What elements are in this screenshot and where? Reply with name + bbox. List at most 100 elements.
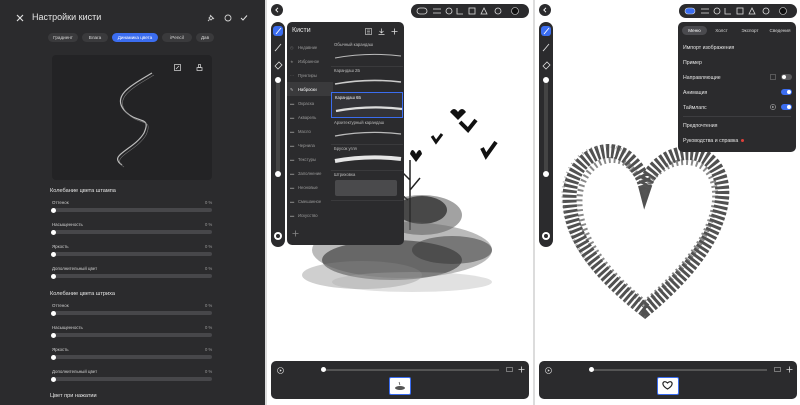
brush-set-recent[interactable]: ◷ Недавние [287, 40, 333, 54]
stamp-secondary-value: 0 % [205, 266, 213, 271]
play-button[interactable] [275, 365, 285, 375]
tab-menu[interactable]: Меню [682, 26, 707, 35]
edit-preview-button[interactable] [172, 62, 182, 72]
tab-gradient[interactable]: Градиент [48, 33, 78, 42]
menu-animation[interactable]: Анимация [678, 85, 793, 100]
plus-icon [391, 28, 397, 34]
slider-knob[interactable] [51, 251, 56, 257]
brush-item[interactable]: Брусок угля [331, 144, 403, 171]
brush-set-watercolor[interactable]: ▬ Акварель [287, 110, 333, 124]
brush-stroke-preview [334, 53, 402, 59]
brush-set-textures[interactable]: ▬ Текстуры [287, 152, 333, 166]
close-button[interactable] [14, 12, 26, 24]
guides-edit-button[interactable] [769, 73, 777, 81]
brush-set-oil[interactable]: ▬ Масло [287, 124, 333, 138]
brush-set-label: Масло [298, 128, 311, 134]
slider-knob[interactable] [51, 376, 56, 382]
brush-set-art[interactable]: ▬ Искусство [287, 208, 333, 222]
actions-menu-popover: Меню Холст Экспорт Сведения Импорт изобр… [678, 22, 796, 152]
brush-set-ink[interactable]: ▬ Чернила [287, 138, 333, 152]
stroke-secondary-slider[interactable] [51, 376, 212, 382]
play-button[interactable] [543, 365, 553, 375]
brush-set-mixed[interactable]: ▬ Смешанное [287, 194, 333, 208]
brush-item[interactable]: Карандаш 2Б [331, 66, 403, 93]
scrubber-knob[interactable] [589, 367, 594, 372]
brush-label: Брусок угля [334, 146, 357, 151]
timeline-options-button[interactable] [505, 365, 514, 374]
timeline-scrubber[interactable] [323, 369, 499, 371]
back-button[interactable] [271, 4, 283, 16]
guides-toggle[interactable] [781, 74, 792, 80]
stroke-saturation-slider[interactable] [51, 332, 212, 338]
stamp-secondary-slider[interactable] [51, 273, 212, 279]
reset-button[interactable] [222, 12, 234, 24]
timelapse-toggle[interactable] [781, 104, 792, 110]
confirm-button[interactable] [238, 12, 250, 24]
tab-color-dynamics[interactable]: Динамика цвета [112, 33, 158, 42]
stamp-preview-button[interactable] [194, 62, 204, 72]
brush-item-active[interactable]: Карандаш 6Б [331, 92, 403, 118]
add-frame-button[interactable] [517, 365, 526, 374]
pin-button[interactable] [205, 12, 217, 24]
brush-item[interactable]: Архитектурный карандаш [331, 118, 403, 145]
toggle-knob [787, 105, 791, 109]
import-brush-button[interactable] [363, 26, 373, 36]
tab-pressure[interactable]: Дав [196, 33, 214, 42]
slider-knob[interactable] [51, 332, 56, 338]
timelapse-play-button[interactable] [769, 103, 777, 111]
tab-wetness[interactable]: Влага [82, 33, 108, 42]
stamp-hue-slider[interactable] [51, 207, 212, 213]
stamp-brightness-slider[interactable] [51, 251, 212, 257]
neon-icon: ▬ [290, 184, 295, 190]
brush-set-dotted[interactable]: ⋯ Пунктиры [287, 68, 333, 82]
slider-knob[interactable] [51, 229, 56, 235]
scrubber-knob[interactable] [321, 367, 326, 372]
brush-set-label: Смешанное [298, 198, 322, 204]
oil-icon: ▬ [290, 128, 295, 134]
brush-set-painting[interactable]: ▬ Окраска [287, 96, 333, 110]
stroke-hue-slider[interactable] [51, 310, 212, 316]
brush-preview[interactable] [52, 55, 212, 180]
stamp-saturation-slider[interactable] [51, 229, 212, 235]
stroke-brightness-label: Яркость [52, 347, 69, 352]
frame-thumbnail[interactable] [657, 377, 679, 395]
add-brush-button[interactable] [389, 26, 399, 36]
stamp-saturation-value: 0 % [205, 222, 213, 227]
brush-set-fill[interactable]: ▬ Заполнение [287, 166, 333, 180]
menu-preferences[interactable]: Предпочтения [678, 118, 793, 133]
slider-knob[interactable] [51, 310, 56, 316]
tab-ipencil[interactable]: iPencil [162, 33, 192, 42]
menu-example[interactable]: Пример [678, 55, 793, 70]
menu-help[interactable]: Руководства и справка [678, 133, 793, 148]
animation-toggle[interactable] [781, 89, 792, 95]
frame-thumbnail[interactable] [389, 377, 411, 395]
dots-icon: ⋯ [290, 72, 295, 78]
stroke-brightness-slider[interactable] [51, 354, 212, 360]
add-set-button[interactable] [290, 228, 300, 238]
slider-knob[interactable] [51, 273, 56, 279]
brush-item[interactable]: Штриховка [331, 170, 403, 201]
brush-item[interactable]: Обычный карандаш [331, 40, 403, 67]
tab-canvas[interactable]: Холст [709, 26, 734, 35]
download-brush-button[interactable] [376, 26, 386, 36]
brush-stroke-preview [334, 155, 402, 163]
slider-knob[interactable] [51, 207, 56, 213]
add-frame-button[interactable] [785, 365, 794, 374]
slider-knob[interactable] [51, 354, 56, 360]
tab-export[interactable]: Экспорт [736, 26, 764, 35]
brush-set-sketching[interactable]: ✎ Наброски [287, 82, 333, 96]
menu-import-image[interactable]: Импорт изображения [678, 40, 793, 55]
timeline-scrubber[interactable] [591, 369, 767, 371]
brush-set-label: Избранное [298, 58, 320, 64]
plus-icon [518, 366, 525, 373]
brush-sets-list: ◷ Недавние ★ Избранное ⋯ Пунктиры ✎ Наброски… [287, 40, 333, 240]
brush-set-label: Наброски [298, 86, 317, 92]
tab-info[interactable]: Сведения [766, 26, 794, 35]
back-button[interactable] [539, 4, 551, 16]
timeline-options-button[interactable] [773, 365, 782, 374]
download-icon [378, 28, 384, 35]
edit-icon [173, 63, 181, 71]
brush-set-favorites[interactable]: ★ Избранное [287, 54, 333, 68]
brush-set-neon[interactable]: ▬ Неоновые [287, 180, 333, 194]
leaf-heart-artwork [561, 144, 730, 319]
